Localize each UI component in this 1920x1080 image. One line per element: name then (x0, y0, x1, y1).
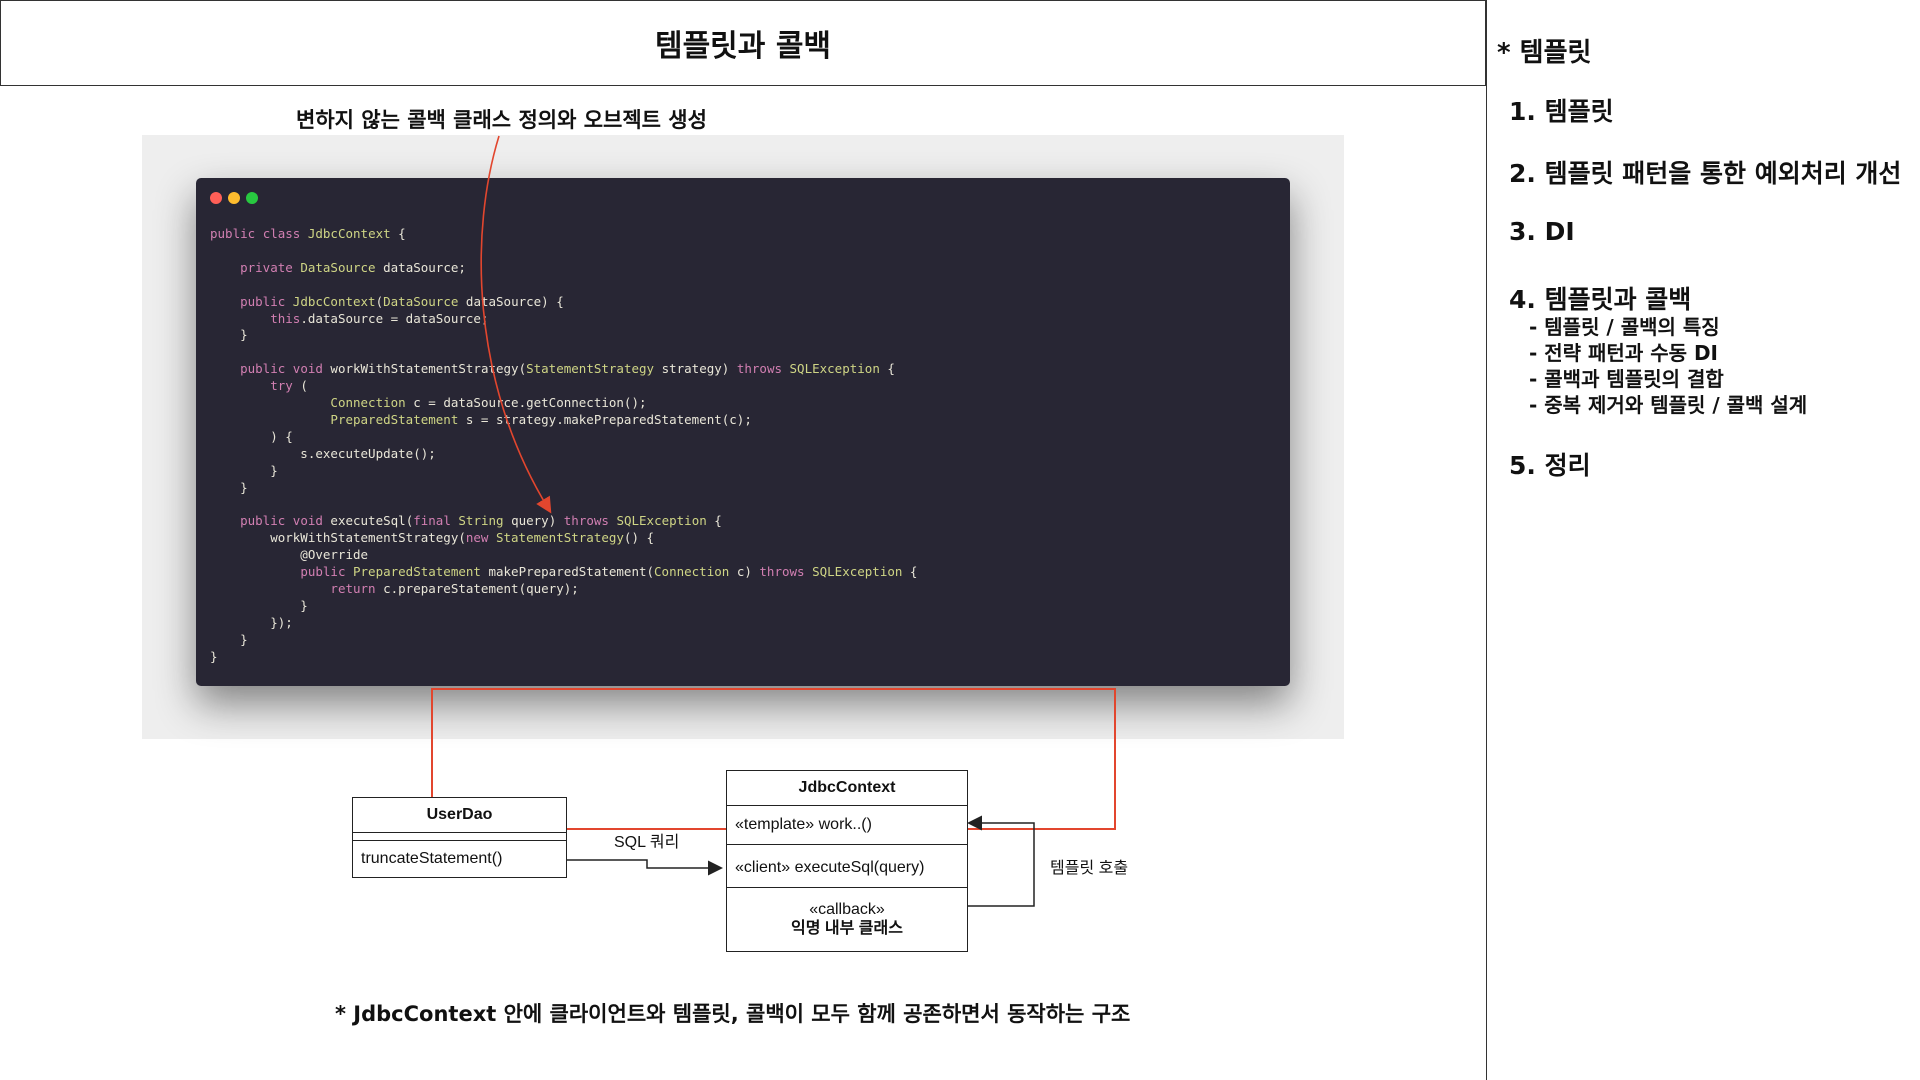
code-line: } (210, 631, 248, 647)
code-window: public class JdbcContext { private DataS… (196, 178, 1290, 830)
code-line: public JdbcContext(DataSource dataSource… (240, 293, 564, 309)
code-line: ) { (210, 428, 293, 444)
callback-name: 익명 내부 클래스 (791, 920, 903, 937)
code-line: s.executeUpdate(); (210, 445, 436, 461)
window-close-dot (210, 192, 222, 204)
outline-sidebar: * 템플릿 1. 템플릿 2. 템플릿 패턴을 통한 예외처리 개선 3. DI… (1486, 0, 1920, 1080)
template-method-row: «template» work..() (727, 806, 967, 845)
footer-note: * JdbcContext 안에 클라이언트와 템플릿, 콜백이 모두 함께 공… (335, 1002, 1131, 1026)
client-method-row: «client» executeSql(query) (727, 845, 967, 888)
jdbccontext-class-name: JdbcContext (727, 771, 967, 806)
window-maximize-dot (246, 192, 258, 204)
slide-title: 템플릿과 콜백 (654, 29, 832, 64)
code-line: public void workWithStatementStrategy(St… (240, 361, 895, 377)
code-line: } (210, 648, 218, 664)
userdao-class-box: UserDao truncateStatement() (352, 797, 567, 878)
code-line: public PreparedStatement makePreparedSta… (300, 564, 918, 580)
userdao-class-name: UserDao (353, 798, 566, 833)
code-line: public void executeSql(final String quer… (240, 513, 722, 529)
sql-query-label: SQL 쿼리 (614, 834, 680, 851)
userdao-method: truncateStatement() (361, 850, 503, 867)
code-line: }); (210, 614, 293, 630)
callback-stereotype: «callback» (809, 901, 885, 918)
code-line: } (210, 597, 308, 613)
code-line: @Override (210, 547, 369, 563)
code-line: this.dataSource = dataSource; (270, 310, 489, 326)
code-line: private DataSource dataSource; (240, 259, 466, 275)
outline-item-2: 2. 템플릿 패턴을 통한 예외처리 개선 (1509, 159, 1902, 188)
sidebar-title: * 템플릿 (1497, 38, 1592, 68)
outline-item-3: 3. DI (1509, 217, 1575, 246)
code-line: return c.prepareStatement(query); (330, 581, 579, 597)
callback-row: «callback» 익명 내부 클래스 (727, 888, 967, 952)
code-block: public class JdbcContext { private DataS… (210, 226, 917, 666)
callback-annotation: 변하지 않는 콜백 클래스 정의와 오브젝트 생성 (296, 108, 707, 132)
outline-subitem: - 콜백과 템플릿의 결합 (1529, 367, 1724, 391)
code-line: PreparedStatement s = strategy.makePrepa… (330, 411, 752, 427)
outline-item-1: 1. 템플릿 (1509, 97, 1614, 126)
outline-subitem: - 중복 제거와 템플릿 / 콜백 설계 (1529, 393, 1808, 417)
slide-title-box: 템플릿과 콜백 (0, 0, 1486, 86)
code-line: } (210, 327, 248, 343)
code-line: Connection c = dataSource.getConnection(… (330, 395, 647, 411)
code-line: public class JdbcContext { (210, 226, 406, 241)
template-call-label: 템플릿 호출 (1050, 860, 1129, 877)
outline-item-5: 5. 정리 (1509, 451, 1591, 480)
window-minimize-dot (228, 192, 240, 204)
code-line: try ( (270, 378, 308, 394)
jdbccontext-class-box: JdbcContext «template» work..() «client»… (726, 770, 968, 952)
code-line: workWithStatementStrategy(new StatementS… (210, 530, 655, 546)
code-line: } (210, 462, 278, 478)
userdao-divider (353, 833, 566, 841)
code-line: } (210, 479, 248, 495)
outline-subitem: - 템플릿 / 콜백의 특징 (1529, 315, 1720, 339)
outline-subitem: - 전략 패턴과 수동 DI (1529, 341, 1718, 365)
